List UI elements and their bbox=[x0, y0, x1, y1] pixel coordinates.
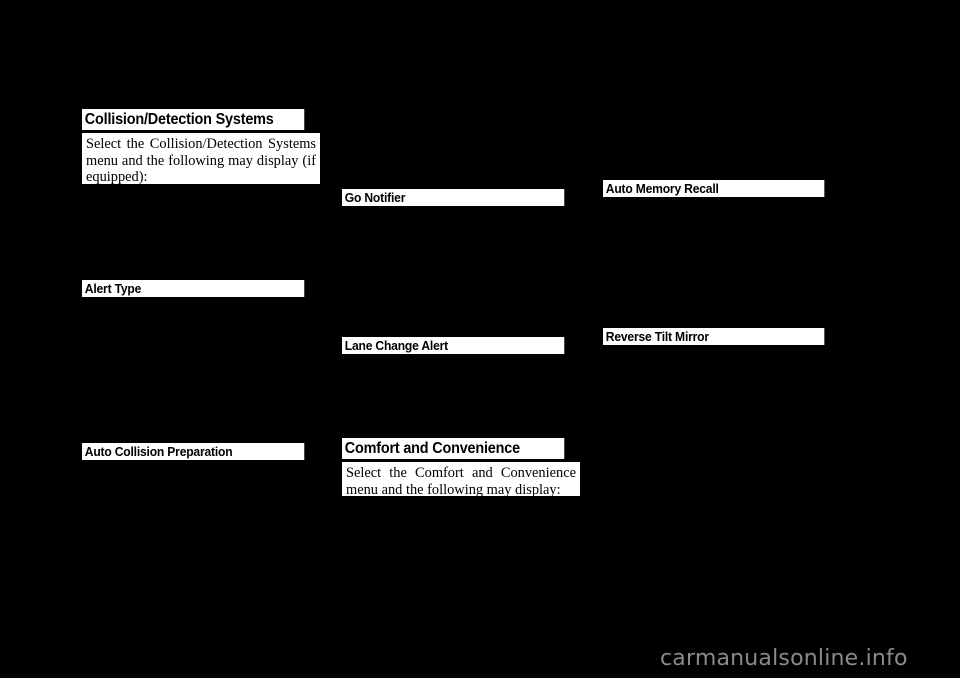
section-heading-auto-memory-recall: Auto Memory Recall bbox=[603, 180, 825, 197]
section-heading-alert-type: Alert Type bbox=[82, 280, 305, 297]
body-paragraph: Select the Collision/Detection Systems m… bbox=[86, 136, 316, 184]
section-heading-lane-change-alert: Lane Change Alert bbox=[342, 337, 565, 354]
section-heading-comfort-and-convenience: Comfort and Convenience bbox=[342, 438, 565, 459]
section-heading-auto-collision-preparation: Auto Collision Preparation bbox=[82, 443, 305, 460]
section-body-collision-detection-systems: Select the Collision/Detection Systems m… bbox=[82, 133, 320, 184]
section-heading-reverse-tilt-mirror: Reverse Tilt Mirror bbox=[603, 328, 825, 345]
section-heading-collision-detection-systems: Collision/Detection Systems bbox=[82, 109, 305, 130]
watermark-carmanualsonline: carmanualsonline.info bbox=[660, 646, 908, 671]
document-page: Collision/Detection Systems Select the C… bbox=[0, 0, 960, 678]
section-heading-go-notifier: Go Notifier bbox=[342, 189, 565, 206]
body-paragraph: Select the Comfort and Convenience menu … bbox=[346, 465, 576, 496]
section-body-comfort-and-convenience: Select the Comfort and Convenience menu … bbox=[342, 462, 580, 496]
